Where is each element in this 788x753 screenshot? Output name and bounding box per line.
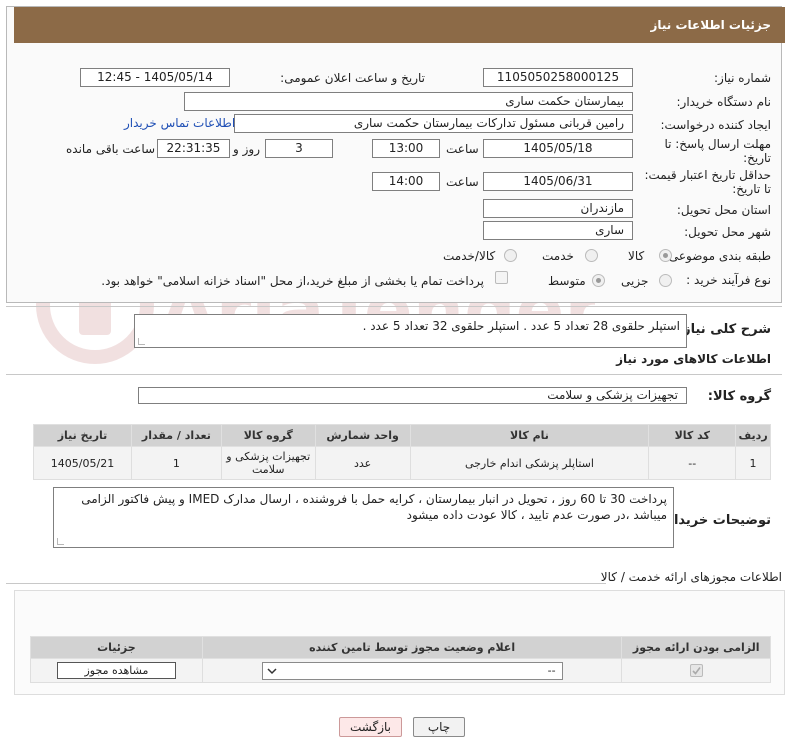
col-permit-required: الزامی بودن ارائه مجوز xyxy=(621,636,771,659)
cell-group: تجهیزات پزشکی و سلامت xyxy=(220,446,316,480)
days-label: روز و xyxy=(233,142,260,156)
cell-row: 1 xyxy=(735,446,771,480)
province-label: استان محل تحویل: xyxy=(676,203,771,217)
col-permit-status: اعلام وضعیت مجوز توسط تامین کننده xyxy=(201,636,623,659)
remaining-time-field: 22:31:35 xyxy=(157,139,230,158)
permit-status-select[interactable]: -- xyxy=(261,661,563,680)
announce-field: 1405/05/14 - 12:45 xyxy=(80,68,230,87)
need-number-field: 1105050258000125 xyxy=(483,68,633,87)
deadline-label-2: تاریخ: xyxy=(743,151,771,165)
treasury-checkbox[interactable] xyxy=(495,271,508,284)
buyer-org-label: نام دستگاه خریدار: xyxy=(676,95,772,109)
goods-table: ردیف کد کالا نام کالا واحد شمارش گروه کا… xyxy=(32,424,771,480)
checkmark-icon xyxy=(692,667,701,675)
divider xyxy=(6,583,606,584)
page-title: جزئیات اطلاعات نیاز xyxy=(14,7,785,43)
category-option-goods: کالا xyxy=(628,249,645,263)
description-textarea[interactable]: استپلر حلقوی 28 تعداد 5 عدد . استپلر حلق… xyxy=(134,314,687,348)
deadline-time-label: ساعت xyxy=(446,142,479,156)
goods-group-field: تجهیزات پزشکی و سلامت xyxy=(138,387,687,404)
validity-label: حداقل تاریخ اعتبار قیمت: xyxy=(644,168,771,182)
province-field: مازندران xyxy=(483,199,633,218)
category-option-service: خدمت xyxy=(542,249,574,263)
col-permit-details: جزئیات xyxy=(30,636,203,659)
table-row: -- مشاهده مجوز xyxy=(30,658,771,683)
purchase-radio-medium[interactable] xyxy=(592,274,605,287)
goods-section-title: اطلاعات کالاهای مورد نیاز xyxy=(616,352,771,366)
deadline-date-field: 1405/05/18 xyxy=(483,139,633,158)
deadline-label: مهلت ارسال پاسخ: تا xyxy=(664,137,771,151)
days-field: 3 xyxy=(265,139,333,158)
col-quantity: تعداد / مقدار xyxy=(131,424,222,447)
col-date: تاریخ نیاز xyxy=(32,424,133,447)
buyer-org-field: بیمارستان حکمت ساری xyxy=(184,92,633,111)
validity-date-field: 1405/06/31 xyxy=(483,172,633,191)
table-row: 1 -- استاپلر پزشکی اندام خارجی عدد تجهیز… xyxy=(32,446,771,480)
city-field: ساری xyxy=(483,221,633,240)
category-radio-service[interactable] xyxy=(585,249,598,262)
permits-table: الزامی بودن ارائه مجوز اعلام وضعیت مجوز … xyxy=(30,636,771,683)
buyer-notes-text: پرداخت 30 تا 60 روز ، تحویل در انبار بیم… xyxy=(81,492,667,522)
resize-handle-icon[interactable] xyxy=(57,538,64,545)
purchase-radio-minor[interactable] xyxy=(659,274,672,287)
validity-time-label: ساعت xyxy=(446,175,479,189)
cell-code: -- xyxy=(648,446,737,480)
col-unit: واحد شمارش xyxy=(314,424,411,447)
category-label: طبقه بندی موضوعی: xyxy=(664,249,771,263)
cell-date: 1405/05/21 xyxy=(32,446,133,480)
chevron-down-icon xyxy=(267,667,277,674)
need-number-label: شماره نیاز: xyxy=(714,71,771,85)
cell-permit-required xyxy=(621,658,771,683)
treasury-text: پرداخت تمام یا بخشی از مبلغ خرید،از محل … xyxy=(101,274,484,288)
permits-section-title: اطلاعات مجوزهای ارائه خدمت / کالا xyxy=(600,570,782,584)
divider xyxy=(6,374,782,375)
purchase-option-medium: متوسط xyxy=(548,274,586,288)
cell-name: استاپلر پزشکی اندام خارجی xyxy=(409,446,650,480)
permit-required-checkbox xyxy=(689,664,703,678)
resize-handle-icon[interactable] xyxy=(138,338,145,345)
permit-status-value: -- xyxy=(547,663,556,677)
buyer-notes-label: توضیحات خریدار: xyxy=(661,513,771,528)
description-label: شرح کلی نیاز: xyxy=(677,322,771,337)
category-radio-goods-service[interactable] xyxy=(504,249,517,262)
validity-label-2: تا تاریخ: xyxy=(732,182,771,196)
col-code: کد کالا xyxy=(648,424,737,447)
cell-unit: عدد xyxy=(314,446,411,480)
announce-label: تاریخ و ساعت اعلان عمومی: xyxy=(280,71,425,85)
buyer-notes-textarea[interactable]: پرداخت 30 تا 60 روز ، تحویل در انبار بیم… xyxy=(53,487,674,548)
remaining-label: ساعت باقی مانده xyxy=(66,142,156,156)
creator-field: رامین قربانی مسئول تدارکات بیمارستان حکم… xyxy=(234,114,633,133)
city-label: شهر محل تحویل: xyxy=(684,225,771,239)
cell-permit-details: مشاهده مجوز xyxy=(30,658,203,683)
col-row: ردیف xyxy=(735,424,771,447)
description-text: استپلر حلقوی 28 تعداد 5 عدد . استپلر حلق… xyxy=(362,319,680,333)
validity-time-field: 14:00 xyxy=(372,172,440,191)
deadline-time-field: 13:00 xyxy=(372,139,440,158)
category-option-goods-service: کالا/خدمت xyxy=(443,249,496,263)
view-permit-button[interactable]: مشاهده مجوز xyxy=(56,662,176,679)
category-radio-goods[interactable] xyxy=(659,249,672,262)
creator-label: ایجاد کننده درخواست: xyxy=(660,118,771,132)
col-name: نام کالا xyxy=(409,424,650,447)
purchase-type-label: نوع فرآیند خرید : xyxy=(686,273,771,287)
divider xyxy=(6,306,782,307)
back-button[interactable]: بازگشت xyxy=(339,717,402,737)
col-group: گروه کالا xyxy=(220,424,316,447)
cell-permit-status: -- xyxy=(201,658,623,683)
goods-group-label: گروه کالا: xyxy=(707,389,771,404)
print-button[interactable]: چاپ xyxy=(413,717,465,737)
purchase-option-minor: جزیی xyxy=(621,274,649,288)
cell-quantity: 1 xyxy=(131,446,222,480)
buyer-contact-link[interactable]: اطلاعات تماس خریدار xyxy=(124,116,235,130)
